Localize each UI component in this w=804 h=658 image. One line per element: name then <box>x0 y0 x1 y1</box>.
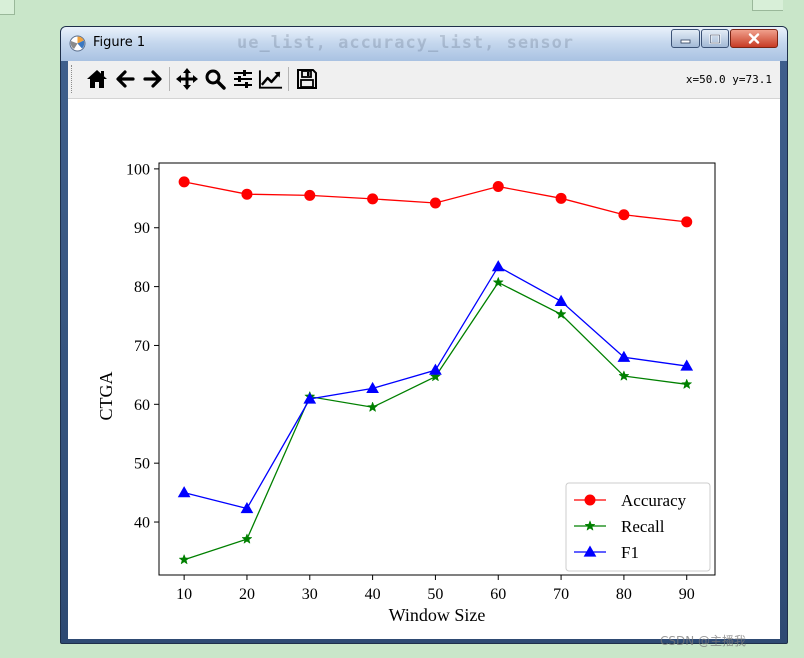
legend-label-recall: Recall <box>621 517 665 536</box>
data-point-accuracy <box>681 216 693 228</box>
legend-label-accuracy: Accuracy <box>621 491 687 510</box>
y-tick-label: 100 <box>126 161 150 178</box>
window-title-ghost-text: ue_list, accuracy_list, sensor <box>237 33 575 53</box>
y-tick-label: 80 <box>134 279 150 296</box>
x-tick-label: 90 <box>679 586 695 603</box>
forward-button[interactable] <box>140 66 165 92</box>
navigation-toolbar: x=50.0 y=73.1 <box>68 61 780 99</box>
legend-label-f1: F1 <box>621 543 639 562</box>
minimize-button[interactable] <box>671 29 700 48</box>
edit-axis-button[interactable] <box>258 66 283 92</box>
x-tick-label: 60 <box>490 586 506 603</box>
matplotlib-logo-icon <box>69 35 86 52</box>
close-icon <box>748 33 760 44</box>
floppy-disk-icon <box>296 69 317 89</box>
x-tick-label: 50 <box>427 586 443 603</box>
subplots-button[interactable] <box>230 66 255 92</box>
window-title: Figure 1 <box>93 35 146 50</box>
desktop-corner <box>0 0 15 15</box>
figure-canvas[interactable]: 10 20 30 40 50 60 70 80 90 40 50 60 70 80 90 100 Accurac… <box>68 99 780 639</box>
y-axis-label: CTGA <box>96 372 116 421</box>
toolbar-separator <box>288 67 289 91</box>
arrow-right-icon <box>142 70 162 88</box>
title-bar[interactable]: Figure 1 ue_list, accuracy_list, sensor <box>61 27 787 61</box>
y-tick-label: 60 <box>134 397 150 414</box>
legend-marker-accuracy <box>584 494 596 506</box>
toolbar-separator <box>169 67 170 91</box>
data-point-accuracy <box>492 181 504 193</box>
x-tick-label: 80 <box>616 586 632 603</box>
y-tick-label: 90 <box>134 220 150 237</box>
back-button[interactable] <box>112 66 137 92</box>
line-chart-icon <box>258 70 283 89</box>
magnifier-icon <box>205 69 226 90</box>
data-point-accuracy <box>555 192 567 204</box>
home-button[interactable] <box>84 66 109 92</box>
maximize-icon <box>709 33 721 44</box>
x-tick-label: 10 <box>176 586 192 603</box>
move-icon <box>175 68 198 90</box>
desktop-corner <box>752 0 783 11</box>
cursor-coordinates: x=50.0 y=73.1 <box>685 73 772 86</box>
arrow-left-icon <box>115 70 135 88</box>
close-button[interactable] <box>730 29 778 48</box>
save-button[interactable] <box>294 66 319 92</box>
x-axis-label: Window Size <box>389 605 486 625</box>
x-tick-label: 20 <box>239 586 255 603</box>
data-point-accuracy <box>304 189 316 201</box>
x-tick-label: 30 <box>302 586 318 603</box>
zoom-button[interactable] <box>202 66 227 92</box>
data-point-accuracy <box>241 188 253 200</box>
data-point-accuracy <box>618 209 630 221</box>
y-tick-label: 40 <box>134 515 150 532</box>
data-point-accuracy <box>429 197 441 209</box>
maximize-button[interactable] <box>701 29 729 48</box>
home-icon <box>86 70 107 88</box>
y-tick-label: 50 <box>134 456 150 473</box>
x-tick-label: 40 <box>365 586 381 603</box>
sliders-icon <box>233 70 252 88</box>
toolbar-grip[interactable] <box>71 65 74 93</box>
window-client-area: x=50.0 y=73.1 10 20 30 40 50 60 70 80 90 40 50 60 70… <box>68 61 780 639</box>
axes: 10 20 30 40 50 60 70 80 90 40 50 60 70 80 90 100 Accurac… <box>126 161 716 603</box>
data-point-accuracy <box>178 176 190 188</box>
pan-button[interactable] <box>174 66 199 92</box>
data-point-accuracy <box>367 193 379 205</box>
minimize-icon <box>680 39 690 43</box>
watermark: CSDN @主播我 <box>660 634 747 648</box>
x-tick-label: 70 <box>553 586 569 603</box>
y-tick-label: 70 <box>134 338 150 355</box>
figure-window: Figure 1 ue_list, accuracy_list, sensor <box>60 26 788 644</box>
